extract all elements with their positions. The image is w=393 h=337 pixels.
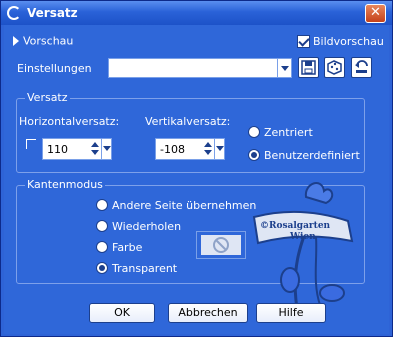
link-offset-checkbox[interactable] — [26, 139, 36, 149]
radio-farbe-label: Farbe — [112, 240, 143, 254]
radio-andere-seite-label: Andere Seite übernehmen — [112, 198, 257, 212]
horizontal-offset-spinner[interactable]: 110 — [42, 138, 112, 160]
spin-down-icon[interactable] — [204, 150, 212, 155]
radio-wiederholen-button[interactable] — [96, 220, 108, 232]
spin-down-icon[interactable] — [91, 150, 99, 155]
close-icon: ✕ — [370, 5, 381, 20]
chevron-down-icon — [103, 146, 111, 151]
radio-benutzerdefiniert-label: Benutzerdefiniert — [264, 148, 360, 162]
kantenmodus-title: Kantenmodus — [25, 178, 105, 191]
radio-zentriert-button[interactable] — [248, 126, 260, 138]
preview-toggle[interactable]: Vorschau — [13, 34, 73, 48]
vertical-dropdown[interactable] — [214, 139, 224, 159]
bildvorschau-checkbox[interactable]: Bildvorschau — [294, 34, 384, 48]
spin-up-icon[interactable] — [91, 142, 99, 147]
vertical-offset-value[interactable]: -108 — [160, 143, 185, 156]
vertical-spin-arrows[interactable] — [203, 140, 214, 158]
swatch-fill — [201, 235, 241, 255]
title-bar[interactable]: Versatz ✕ — [1, 1, 392, 25]
chevron-down-icon — [216, 146, 224, 151]
einstellungen-label: Einstellungen — [17, 62, 92, 75]
radio-farbe[interactable]: Farbe — [96, 240, 142, 254]
horizontal-label: Horizontalversatz: — [19, 115, 120, 128]
radio-transparent-button[interactable] — [96, 262, 108, 274]
close-button[interactable]: ✕ — [365, 4, 386, 23]
radio-wiederholen-label: Wiederholen — [112, 219, 182, 233]
watermark-line2: Wien — [289, 232, 316, 242]
dialog-client-area: Vorschau Bildvorschau Einstellungen Vers… — [4, 25, 389, 334]
preview-label: Vorschau — [23, 34, 74, 48]
radio-wiederholen[interactable]: Wiederholen — [96, 219, 181, 233]
radio-benutzerdefiniert-button[interactable] — [248, 149, 260, 161]
expand-triangle-icon — [13, 36, 19, 46]
reset-icon — [355, 60, 368, 73]
randomize-button[interactable] — [324, 57, 345, 78]
bildvorschau-label: Bildvorschau — [313, 34, 384, 48]
chevron-down-icon — [281, 66, 289, 71]
radio-transparent[interactable]: Transparent — [96, 261, 177, 275]
reset-button[interactable] — [351, 57, 372, 78]
save-preset-icon — [301, 60, 316, 75]
window-title: Versatz — [27, 6, 78, 20]
vertical-offset-spinner[interactable]: -108 — [155, 138, 225, 160]
radio-andere-seite[interactable]: Andere Seite übernehmen — [96, 198, 256, 212]
horizontal-offset-value[interactable]: 110 — [47, 143, 68, 156]
einstellungen-dropdown-button[interactable] — [277, 59, 291, 77]
cancel-button[interactable]: Abbrechen — [168, 303, 248, 323]
help-button[interactable]: Hilfe — [256, 303, 326, 323]
watermark-line1: ©Rosalgarten — [260, 221, 331, 231]
radio-transparent-label: Transparent — [112, 261, 178, 275]
save-preset-button[interactable] — [298, 57, 319, 78]
einstellungen-combo[interactable] — [108, 58, 292, 78]
randomize-icon — [327, 60, 342, 75]
dialog-window: Versatz ✕ Vorschau Bildvorschau Einstell… — [0, 0, 393, 337]
horizontal-dropdown[interactable] — [101, 139, 111, 159]
dialog-app-icon — [7, 6, 21, 20]
radio-benutzerdefiniert[interactable]: Benutzerdefiniert — [248, 148, 360, 162]
radio-farbe-button[interactable] — [96, 241, 108, 253]
versatz-title: Versatz — [25, 91, 70, 104]
radio-zentriert[interactable]: Zentriert — [248, 125, 313, 139]
vertical-label: Vertikalversatz: — [145, 115, 231, 128]
bildvorschau-check[interactable] — [297, 34, 310, 48]
horizontal-spin-arrows[interactable] — [90, 140, 101, 158]
radio-zentriert-label: Zentriert — [264, 125, 313, 139]
edge-color-swatch[interactable] — [196, 231, 246, 259]
spin-up-icon[interactable] — [204, 142, 212, 147]
ok-button[interactable]: OK — [89, 303, 155, 323]
radio-andere-seite-button[interactable] — [96, 199, 108, 211]
no-color-icon — [213, 237, 229, 253]
